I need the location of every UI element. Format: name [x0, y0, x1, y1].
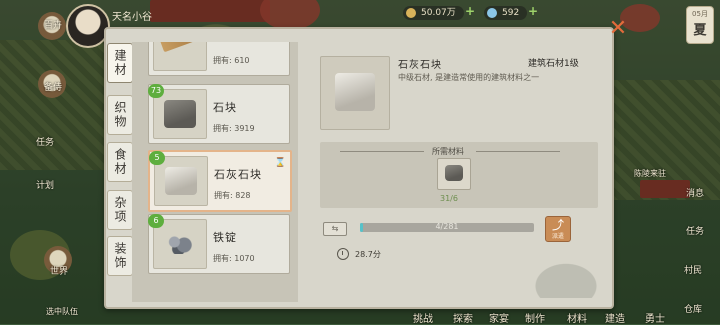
detail-thumbnail — [320, 56, 390, 130]
stone-icon — [445, 165, 463, 181]
item-owned: 拥有: 1070 — [213, 254, 255, 263]
stone-icon — [164, 100, 196, 128]
level-badge: 73 — [148, 84, 164, 98]
world-label: 备侍 — [44, 83, 63, 93]
wood-thumbnail — [153, 42, 207, 71]
landscape-sketch — [500, 238, 610, 298]
world-label[interactable]: 村民 — [684, 263, 702, 276]
bottom-menu: 挑战 探索 家宴 制作 材料 建造 勇士 — [405, 308, 700, 325]
detail-description: 中级石材, 是建造常使用的建筑材料之一 — [398, 73, 540, 82]
clock-icon — [337, 248, 349, 260]
add-coin-button[interactable]: + — [465, 5, 477, 17]
close-icon[interactable]: ✕ — [608, 18, 628, 40]
level-badge: 6 — [148, 214, 164, 228]
item-owned: 拥有: 3919 — [213, 124, 255, 133]
list-item-selected[interactable]: 5 ⌛ 石灰石块 拥有: 828 — [148, 150, 292, 212]
world-label[interactable]: 任务 — [686, 224, 704, 237]
quantity-icon: ⇆ — [323, 222, 347, 236]
required-count: 31/6 — [440, 194, 458, 203]
tab-fabrics[interactable]: 织物 — [107, 95, 133, 135]
item-owned: 拥有: 828 — [214, 191, 251, 200]
limestone-icon — [165, 167, 197, 195]
tab-building-materials[interactable]: 建材 — [107, 43, 133, 83]
detail-category: 建筑石材1级 — [528, 59, 579, 69]
bottom-menu-item[interactable]: 家宴 — [489, 310, 509, 325]
required-material-slot[interactable] — [437, 158, 471, 190]
world-label: 百卉 — [44, 21, 63, 31]
world-label[interactable]: 任务 — [36, 135, 54, 148]
hourglass-icon: ⌛ — [274, 158, 286, 168]
bottom-menu-item[interactable]: 探索 — [453, 310, 473, 325]
world-label[interactable]: 计划 — [36, 178, 54, 191]
add-gem-button[interactable]: + — [528, 5, 540, 17]
gem-counter: 592 — [484, 6, 528, 20]
detail-name: 石灰石块 — [398, 60, 442, 71]
quantity-slider[interactable]: 4/281 — [360, 222, 534, 232]
material-list[interactable]: 拥有: 610 73 石块 拥有: 3919 5 ⌛ 石灰石块 拥有: 828 … — [132, 42, 298, 302]
coin-counter: 50.07万 — [403, 6, 464, 20]
bottom-menu-item[interactable]: 挑战 — [413, 310, 433, 325]
gem-icon — [487, 8, 497, 18]
world-label[interactable]: 选中队伍 — [46, 306, 78, 317]
world-label: 陈陵来驻 — [634, 169, 666, 178]
item-name: 石块 — [213, 101, 237, 114]
quantity-text: 4/281 — [435, 222, 459, 231]
time-text: 28.7分 — [355, 250, 381, 259]
wood-icon — [158, 42, 202, 53]
tab-misc[interactable]: 杂项 — [107, 190, 133, 230]
list-item[interactable]: 73 石块 拥有: 3919 — [148, 84, 290, 144]
bottom-menu-item[interactable]: 制作 — [525, 310, 545, 325]
iron-ingot-icon — [166, 234, 194, 254]
season-calendar[interactable]: 05月 夏 — [686, 6, 714, 44]
bottom-menu-item[interactable]: 建造 — [605, 310, 625, 325]
tab-food[interactable]: 食材 — [107, 142, 133, 182]
list-item[interactable]: 6 铁锭 拥有: 1070 — [148, 214, 290, 274]
tab-decor[interactable]: 装饰 — [107, 236, 133, 276]
player-name: 天名小谷 — [112, 12, 152, 23]
divider — [476, 151, 560, 152]
world-label: 世界 — [50, 267, 69, 277]
world-label[interactable]: 消息 — [686, 186, 704, 199]
list-item[interactable]: 拥有: 610 — [148, 42, 290, 76]
divider — [340, 151, 424, 152]
item-name: 石灰石块 — [214, 168, 262, 181]
item-name: 铁锭 — [213, 231, 237, 244]
required-materials-title: 所需材料 — [432, 147, 464, 156]
bottom-menu-item[interactable]: 勇士 — [645, 310, 665, 325]
bottom-menu-item[interactable]: 材料 — [567, 310, 587, 325]
limestone-icon — [335, 73, 375, 111]
level-badge: 5 — [149, 151, 165, 165]
coin-icon — [406, 8, 416, 18]
